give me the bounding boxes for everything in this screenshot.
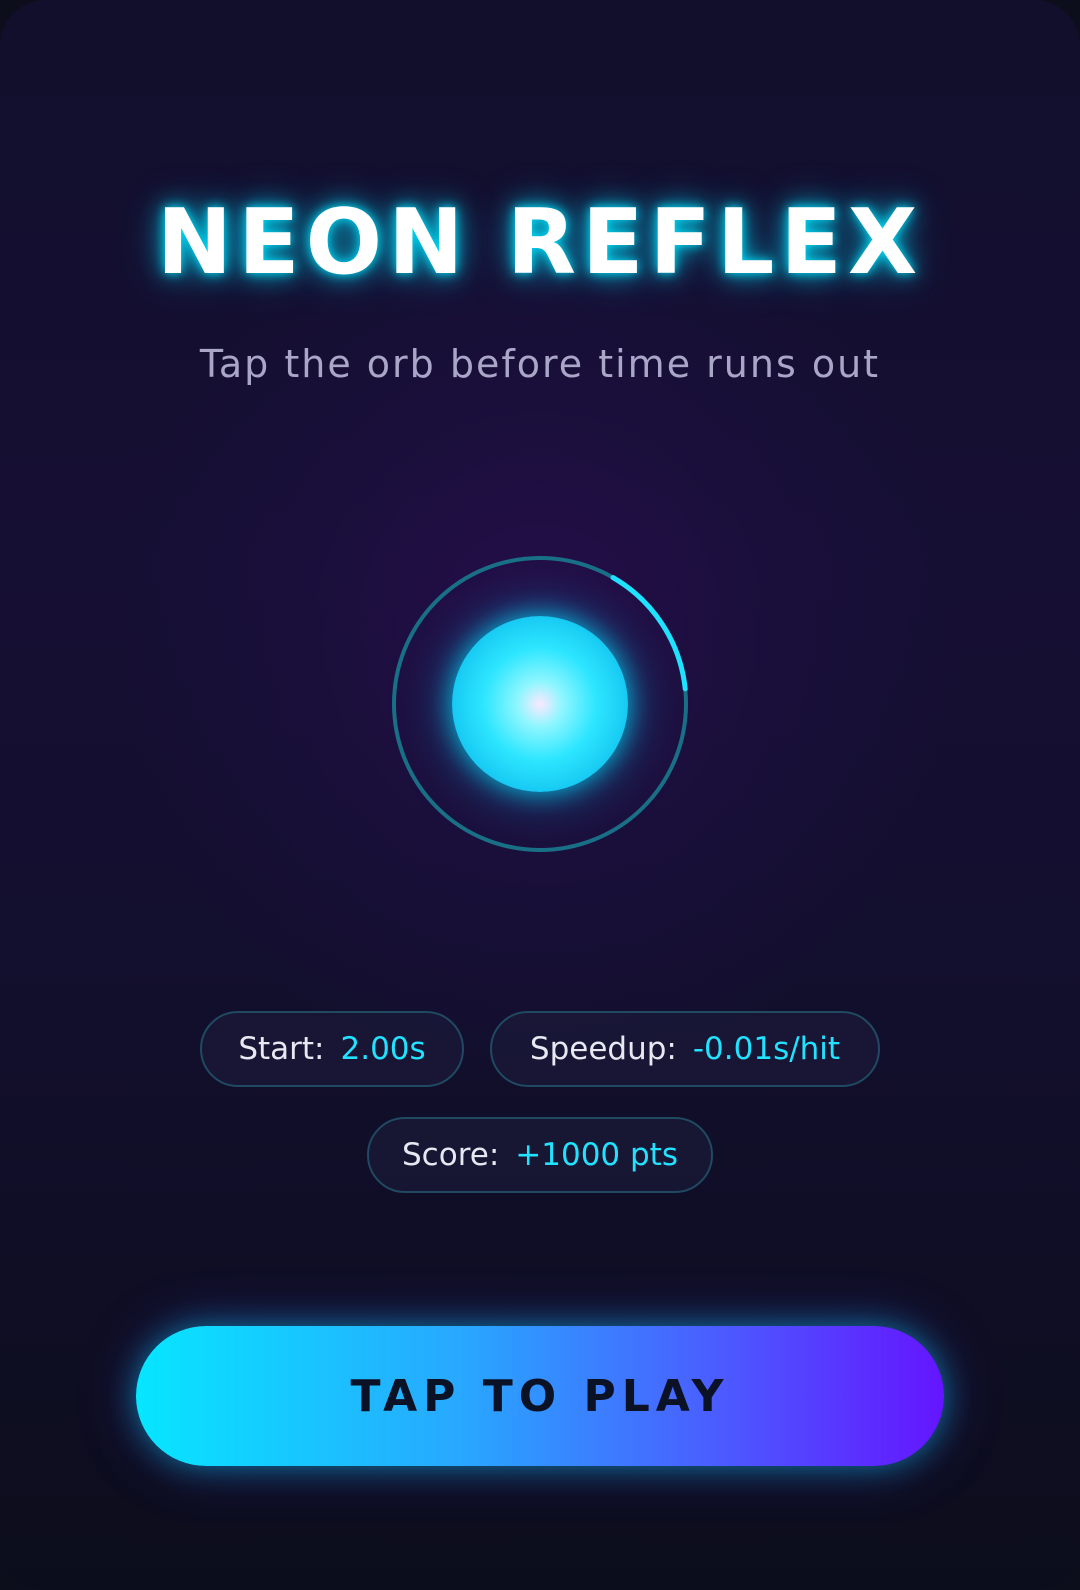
tap-to-play-button[interactable]: TAP TO PLAY [136,1326,944,1466]
orb-target[interactable] [390,554,690,854]
stat-score-label: Score: [402,1137,500,1173]
stat-start-label: Start: [238,1031,325,1067]
stat-start-pill: Start: 2.00s [200,1011,464,1087]
stat-start-value: 2.00s [340,1031,426,1067]
stat-speedup-value: -0.01s/hit [692,1031,841,1067]
orb[interactable] [452,616,628,792]
stat-score-pill: Score: +1000 pts [367,1117,713,1193]
game-subtitle: Tap the orb before time runs out [199,342,881,386]
stat-speedup-pill: Speedup: -0.01s/hit [490,1011,880,1087]
game-title: NEON REFLEX [156,190,924,295]
stat-score-value: +1000 pts [515,1137,678,1173]
stat-speedup-label: Speedup: [529,1031,677,1067]
game-screen: NEON REFLEX Tap the orb before time runs… [0,0,1080,1590]
